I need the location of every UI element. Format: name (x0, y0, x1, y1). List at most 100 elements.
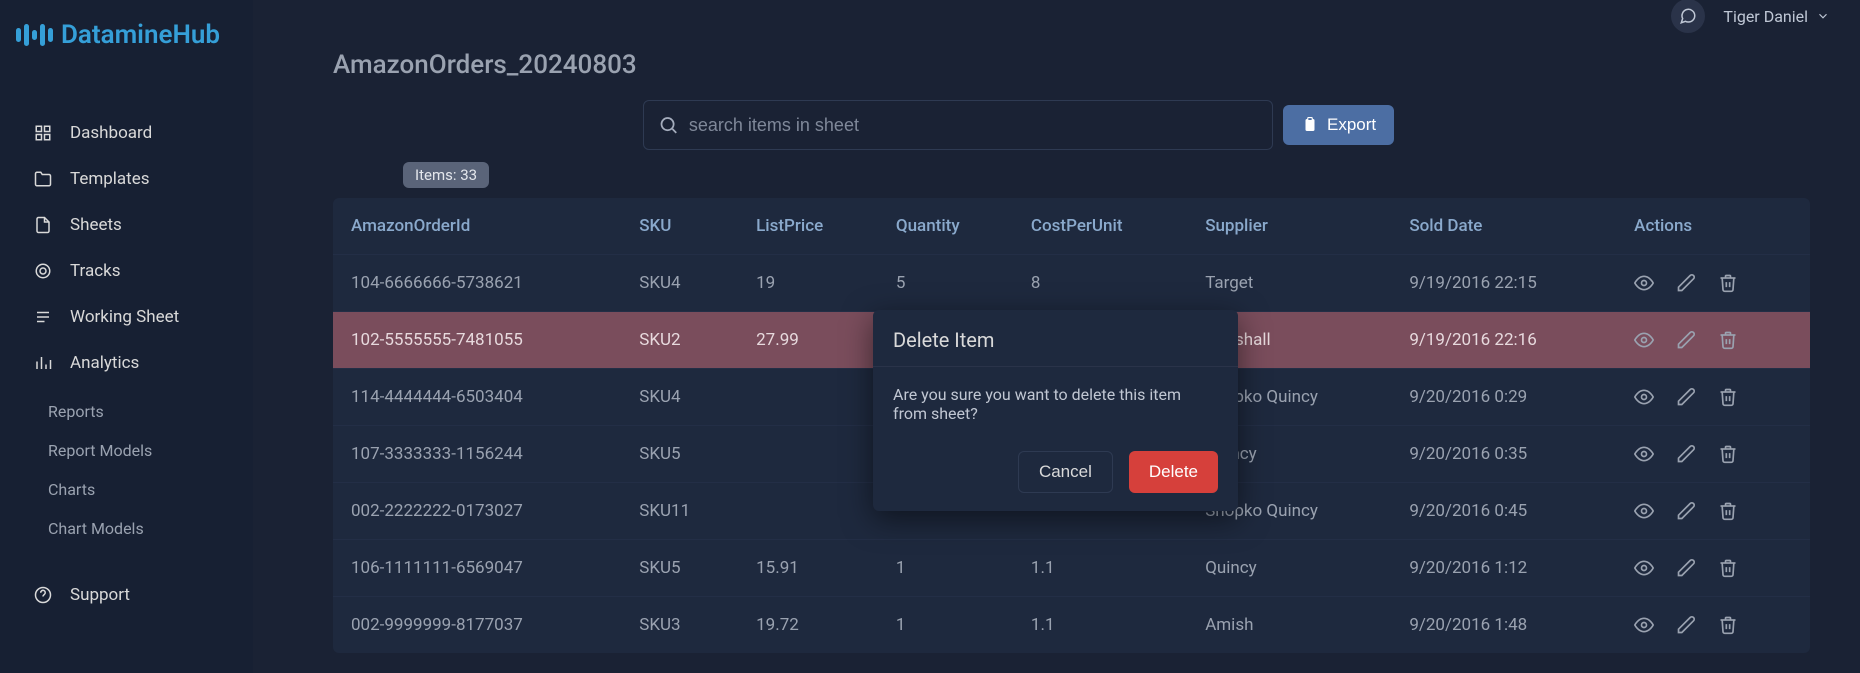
view-icon[interactable] (1634, 330, 1654, 350)
cell-list-price (740, 426, 880, 483)
cell-supplier: Amish (1189, 597, 1393, 654)
edit-icon[interactable] (1676, 330, 1696, 350)
edit-icon[interactable] (1676, 501, 1696, 521)
view-icon[interactable] (1634, 501, 1654, 521)
delete-icon[interactable] (1718, 387, 1738, 407)
subnav-chart-models[interactable]: Chart Models (0, 509, 253, 548)
col-cost-per-unit[interactable]: CostPerUnit (1015, 198, 1189, 255)
export-label: Export (1327, 115, 1376, 135)
edit-icon[interactable] (1676, 558, 1696, 578)
cell-actions (1618, 255, 1810, 312)
cell-cost-per-unit: 1.1 (1015, 540, 1189, 597)
cell-order-id: 102-5555555-7481055 (333, 312, 623, 369)
cell-cost-per-unit: 1.1 (1015, 597, 1189, 654)
table-row[interactable]: 104-6666666-5738621SKU41958Target9/19/20… (333, 255, 1810, 312)
cell-sku: SKU5 (623, 540, 740, 597)
row-actions (1634, 615, 1794, 635)
cell-actions (1618, 426, 1810, 483)
cell-sold-date: 9/20/2016 0:29 (1393, 369, 1618, 426)
help-icon (34, 586, 56, 604)
cell-order-id: 107-3333333-1156244 (333, 426, 623, 483)
nav-label: Templates (70, 169, 150, 189)
view-icon[interactable] (1634, 387, 1654, 407)
chart-icon (34, 354, 56, 372)
table-row[interactable]: 002-9999999-8177037SKU319.7211.1Amish9/2… (333, 597, 1810, 654)
clipboard-icon (1301, 116, 1319, 134)
cell-order-id: 002-2222222-0173027 (333, 483, 623, 540)
nav-label: Tracks (70, 261, 121, 281)
nav-analytics[interactable]: Analytics (0, 340, 253, 386)
cell-sku: SKU4 (623, 255, 740, 312)
view-icon[interactable] (1634, 558, 1654, 578)
cell-sold-date: 9/20/2016 0:45 (1393, 483, 1618, 540)
cell-actions (1618, 483, 1810, 540)
search-input[interactable] (689, 115, 1258, 136)
cancel-button[interactable]: Cancel (1018, 451, 1113, 493)
main-content: AmazonOrders_20240803 Export Items: 33 A… (253, 0, 1860, 673)
col-list-price[interactable]: ListPrice (740, 198, 880, 255)
nav-working-sheet[interactable]: Working Sheet (0, 294, 253, 340)
subnav-charts[interactable]: Charts (0, 470, 253, 509)
row-actions (1634, 558, 1794, 578)
analytics-subnav: Reports Report Models Charts Chart Model… (0, 386, 253, 548)
edit-icon[interactable] (1676, 615, 1696, 635)
toolbar: Export (333, 100, 1810, 150)
cell-order-id: 114-4444444-6503404 (333, 369, 623, 426)
view-icon[interactable] (1634, 273, 1654, 293)
row-actions (1634, 330, 1794, 350)
cell-sold-date: 9/20/2016 1:12 (1393, 540, 1618, 597)
export-button[interactable]: Export (1283, 105, 1394, 145)
cell-list-price (740, 369, 880, 426)
cell-sku: SKU11 (623, 483, 740, 540)
cell-sold-date: 9/20/2016 0:35 (1393, 426, 1618, 483)
cell-sku: SKU3 (623, 597, 740, 654)
delete-icon[interactable] (1718, 330, 1738, 350)
file-icon (34, 216, 56, 234)
brand-logo[interactable]: DatamineHub (0, 20, 253, 80)
cell-sold-date: 9/19/2016 22:15 (1393, 255, 1618, 312)
delete-icon[interactable] (1718, 615, 1738, 635)
table-row[interactable]: 106-1111111-6569047SKU515.9111.1Quincy9/… (333, 540, 1810, 597)
row-actions (1634, 387, 1794, 407)
delete-button[interactable]: Delete (1129, 451, 1218, 493)
col-sold-date[interactable]: Sold Date (1393, 198, 1618, 255)
page-title: AmazonOrders_20240803 (333, 50, 1810, 80)
search-box[interactable] (643, 100, 1273, 150)
modal-body: Are you sure you want to delete this ite… (873, 367, 1238, 441)
subnav-report-models[interactable]: Report Models (0, 431, 253, 470)
view-icon[interactable] (1634, 444, 1654, 464)
delete-icon[interactable] (1718, 273, 1738, 293)
nav-dashboard[interactable]: Dashboard (0, 110, 253, 156)
row-actions (1634, 273, 1794, 293)
subnav-reports[interactable]: Reports (0, 392, 253, 431)
nav-sheets[interactable]: Sheets (0, 202, 253, 248)
edit-icon[interactable] (1676, 387, 1696, 407)
col-sku[interactable]: SKU (623, 198, 740, 255)
view-icon[interactable] (1634, 615, 1654, 635)
col-quantity[interactable]: Quantity (880, 198, 1015, 255)
modal-title: Delete Item (873, 310, 1238, 367)
cell-quantity: 5 (880, 255, 1015, 312)
col-supplier[interactable]: Supplier (1189, 198, 1393, 255)
edit-icon[interactable] (1676, 444, 1696, 464)
nav-tracks[interactable]: Tracks (0, 248, 253, 294)
grid-icon (34, 124, 56, 142)
cell-order-id: 104-6666666-5738621 (333, 255, 623, 312)
row-actions (1634, 501, 1794, 521)
cell-actions (1618, 597, 1810, 654)
search-icon (658, 114, 679, 136)
edit-icon[interactable] (1676, 273, 1696, 293)
delete-icon[interactable] (1718, 501, 1738, 521)
delete-icon[interactable] (1718, 444, 1738, 464)
row-actions (1634, 444, 1794, 464)
modal-footer: Cancel Delete (873, 441, 1238, 511)
cell-sku: SKU4 (623, 369, 740, 426)
col-order-id[interactable]: AmazonOrderId (333, 198, 623, 255)
cell-sold-date: 9/20/2016 1:48 (1393, 597, 1618, 654)
nav-templates[interactable]: Templates (0, 156, 253, 202)
delete-icon[interactable] (1718, 558, 1738, 578)
cell-quantity: 1 (880, 540, 1015, 597)
cell-order-id: 002-9999999-8177037 (333, 597, 623, 654)
cell-sku: SKU5 (623, 426, 740, 483)
nav-support[interactable]: Support (0, 572, 253, 618)
